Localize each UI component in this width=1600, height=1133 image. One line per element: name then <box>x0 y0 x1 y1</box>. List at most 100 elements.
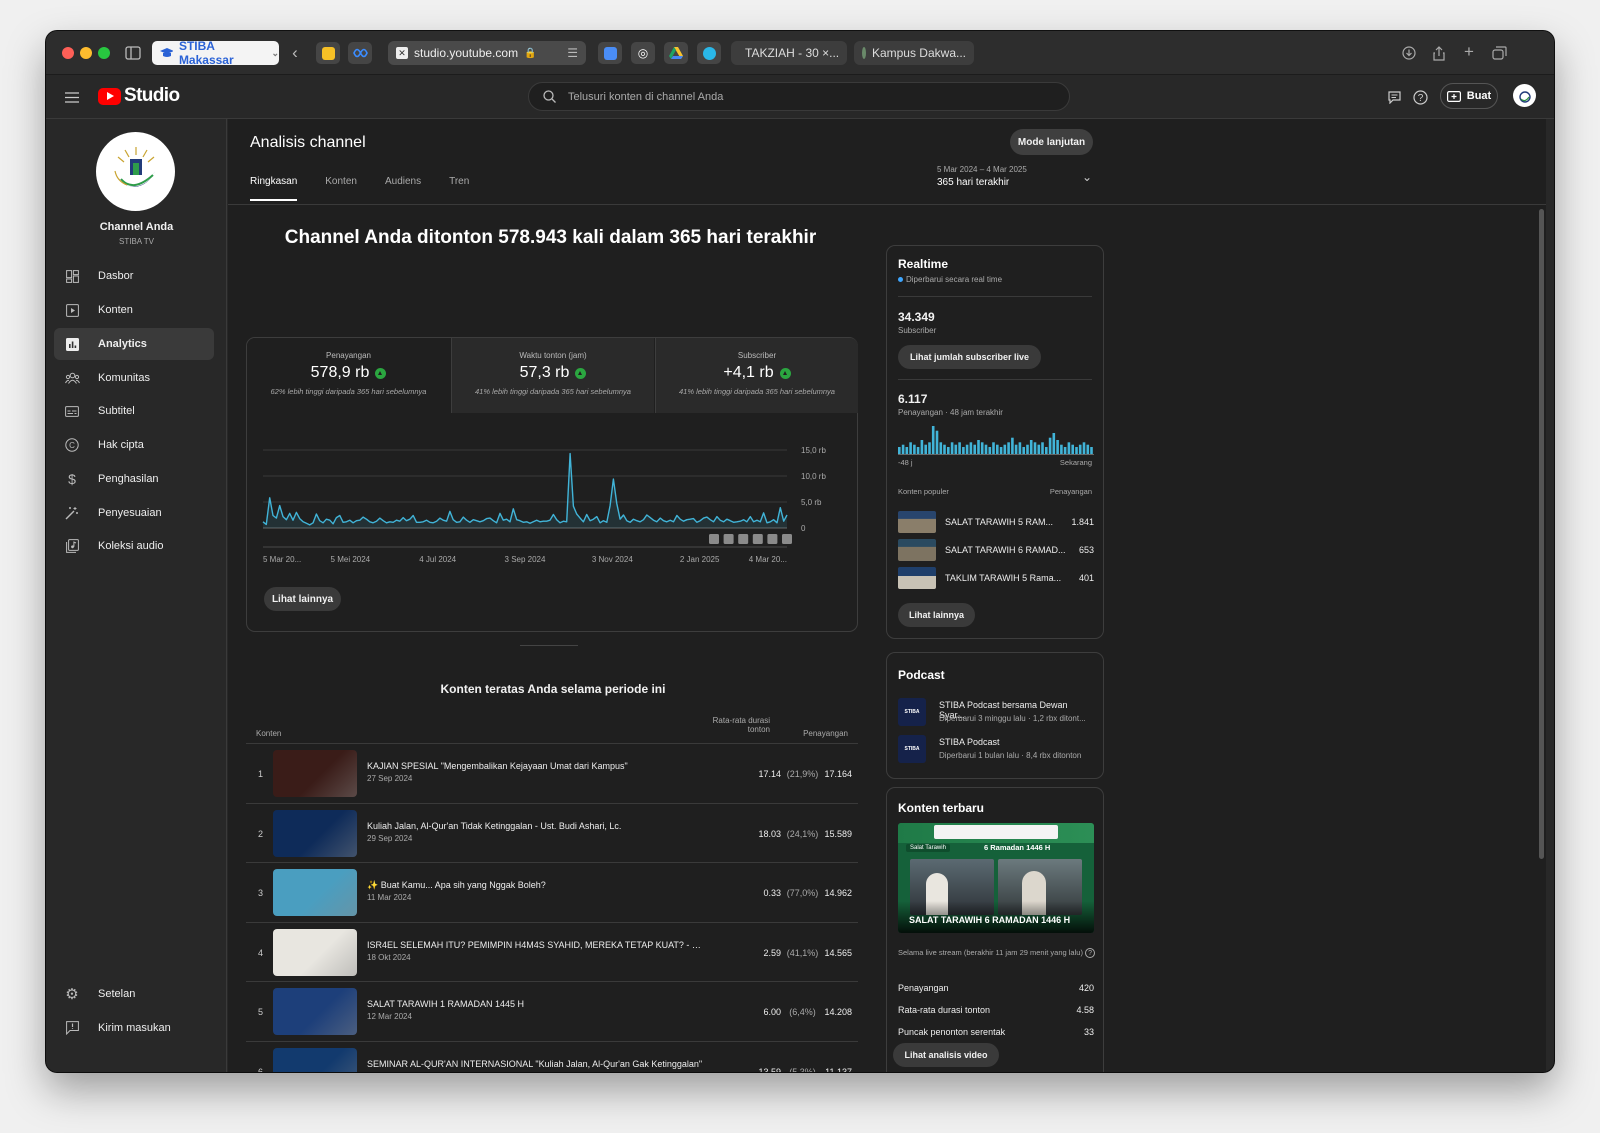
sidebar-item-penyesuaian[interactable]: Penyesuaian <box>54 497 214 529</box>
kpi-watch-time[interactable]: Waktu tonton (jam) 57,3 rb 41% lebih tin… <box>451 338 654 413</box>
search-input[interactable]: Telusuri konten di channel Anda <box>528 82 1070 111</box>
live-subscriber-button[interactable]: Lihat jumlah subscriber live <box>898 345 1041 369</box>
realtime-bar[interactable] <box>1022 447 1025 454</box>
realtime-bar-chart[interactable] <box>898 424 1094 456</box>
realtime-bar[interactable] <box>931 426 935 454</box>
realtime-bar[interactable] <box>920 440 924 454</box>
realtime-bar[interactable] <box>1041 442 1044 454</box>
realtime-bar[interactable] <box>1075 447 1078 454</box>
kpi-subscribers[interactable]: Subscriber +4,1 rb 41% lebih tinggi dari… <box>655 338 858 413</box>
sidebar-item-hak-cipta[interactable]: C Hak cipta <box>54 429 214 461</box>
realtime-bar[interactable] <box>958 442 961 454</box>
video-thumbnail[interactable] <box>273 988 357 1035</box>
table-row[interactable]: 5 SALAT TARAWIH 1 RAMADAN 1445 H 12 Mar 20… <box>246 981 858 1040</box>
address-bar[interactable]: ✕ studio.youtube.com 🔒 ☰ <box>388 41 586 65</box>
profile-switcher[interactable]: STIBA Makassar ⌄ <box>152 39 279 67</box>
row-title[interactable]: Kuliah Jalan, Al-Qur'an Tidak Ketinggala… <box>367 821 703 831</box>
browser-tab-1[interactable]: TAKZIAH - 30 ×... <box>731 41 847 65</box>
row-title[interactable]: ISR4EL SELEMAH ITU? PEMIMPIN H4M4S SYAHI… <box>367 940 703 950</box>
realtime-bar[interactable] <box>969 442 973 454</box>
realtime-bar[interactable] <box>992 442 995 454</box>
row-title[interactable]: SALAT TARAWIH 1 RAMADAN 1445 H <box>367 999 703 1009</box>
popular-item[interactable]: TAKLIM TARAWIH 5 Rama... 401 <box>898 566 1094 590</box>
see-more-popular-button[interactable]: Lihat lainnya <box>898 603 975 627</box>
sidebar-item-subtitel[interactable]: Subtitel <box>54 395 214 427</box>
tab-audiens[interactable]: Audiens <box>385 176 421 201</box>
row-title[interactable]: SEMINAR AL-QUR'AN INTERNASIONAL "Kuliah … <box>367 1059 703 1069</box>
table-row[interactable]: 1 KAJIAN SPESIAL "Mengembalikan Kejayaan … <box>246 743 858 802</box>
tab-favicon-drive[interactable] <box>664 42 688 64</box>
realtime-bar[interactable] <box>950 442 954 454</box>
realtime-bar[interactable] <box>988 447 992 454</box>
realtime-bar[interactable] <box>1029 440 1033 454</box>
messages-icon[interactable] <box>1386 89 1402 105</box>
tab-ringkasan[interactable]: Ringkasan <box>250 176 298 201</box>
upload-marker[interactable] <box>709 534 719 544</box>
sidebar-item-kirim-masukan[interactable]: Kirim masukan <box>54 1012 214 1044</box>
upload-marker[interactable] <box>767 534 778 544</box>
realtime-bar[interactable] <box>996 444 999 454</box>
table-row[interactable]: 2 Kuliah Jalan, Al-Qur'an Tidak Ketinggal… <box>246 802 858 862</box>
new-tab-icon[interactable]: + <box>1460 42 1478 62</box>
realtime-bar[interactable] <box>954 444 958 454</box>
realtime-bar[interactable] <box>1014 444 1018 454</box>
upload-marker[interactable] <box>738 534 749 544</box>
realtime-bar[interactable] <box>947 447 950 454</box>
sidebar-item-setelan[interactable]: ⚙ Setelan <box>54 978 214 1010</box>
realtime-bar[interactable] <box>1086 444 1090 454</box>
realtime-bar[interactable] <box>1045 447 1048 454</box>
realtime-bar[interactable] <box>898 447 901 454</box>
see-more-button[interactable]: Lihat lainnya <box>264 587 341 611</box>
sidebar-item-penghasilan[interactable]: $ Penghasilan <box>54 463 214 495</box>
realtime-bar[interactable] <box>1090 447 1093 454</box>
realtime-bar[interactable] <box>928 442 931 454</box>
popular-item[interactable]: SALAT TARAWIH 5 RAM... 1.841 <box>898 510 1094 534</box>
realtime-bar[interactable] <box>924 444 927 454</box>
realtime-bar[interactable] <box>962 447 965 454</box>
video-analytics-button[interactable]: Lihat analisis video <box>893 1043 999 1067</box>
realtime-bar[interactable] <box>965 444 969 454</box>
upload-marker[interactable] <box>723 534 734 544</box>
zoom-window-button[interactable] <box>98 47 110 59</box>
realtime-bar[interactable] <box>939 442 943 454</box>
tab-favicon-calendar[interactable] <box>598 42 622 64</box>
realtime-bar[interactable] <box>984 444 988 454</box>
row-title[interactable]: KAJIAN SPESIAL "Mengembalikan Kejayaan U… <box>367 761 703 771</box>
realtime-bar[interactable] <box>1067 442 1071 454</box>
account-avatar[interactable] <box>1513 84 1536 107</box>
tab-favicon-canva[interactable] <box>697 42 721 64</box>
realtime-bar[interactable] <box>1007 442 1010 454</box>
realtime-bar[interactable] <box>1078 444 1082 454</box>
channel-avatar[interactable] <box>96 132 175 211</box>
table-row[interactable]: 6 SEMINAR AL-QUR'AN INTERNASIONAL "Kuliah… <box>246 1040 858 1072</box>
realtime-bar[interactable] <box>1071 444 1074 454</box>
realtime-bar[interactable] <box>943 444 946 454</box>
tab-favicon-threads[interactable]: ◎ <box>631 42 655 64</box>
latest-video-thumbnail[interactable]: Salat Tarawih 6 Ramadan 1446 H SALAT TAR… <box>898 823 1094 933</box>
sidebar-item-konten[interactable]: Konten <box>54 294 214 326</box>
scrollbar[interactable] <box>1539 209 1544 859</box>
realtime-bar[interactable] <box>1082 442 1086 454</box>
help-icon[interactable]: ? <box>1412 89 1428 105</box>
sidebar-item-koleksi-audio[interactable]: Koleksi audio <box>54 530 214 562</box>
video-thumbnail[interactable] <box>273 1047 357 1072</box>
row-title[interactable]: ✨ Buat Kamu... Apa sih yang Nggak Boleh? <box>367 880 703 891</box>
sidebar-toggle-icon[interactable] <box>124 44 142 62</box>
podcast-item[interactable]: STIBA STIBA Podcast Diperbarui 1 bulan l… <box>898 733 1094 765</box>
realtime-bar[interactable] <box>1048 437 1052 454</box>
realtime-bar[interactable] <box>980 442 984 454</box>
table-row[interactable]: 4 ISR4EL SELEMAH ITU? PEMIMPIN H4M4S SYAH… <box>246 921 858 981</box>
realtime-bar[interactable] <box>1060 444 1063 454</box>
realtime-bar[interactable] <box>913 444 916 454</box>
realtime-bar[interactable] <box>1052 433 1056 454</box>
video-thumbnail[interactable] <box>273 928 357 976</box>
realtime-bar[interactable] <box>1003 444 1007 454</box>
realtime-bar[interactable] <box>977 440 980 454</box>
realtime-bar[interactable] <box>1033 442 1037 454</box>
sidebar-item-komunitas[interactable]: Komunitas <box>54 362 214 394</box>
tab-konten[interactable]: Konten <box>325 176 357 201</box>
views-series-line[interactable] <box>262 452 788 526</box>
date-range-picker[interactable]: 5 Mar 2024 – 4 Mar 2025 365 hari terakhi… <box>937 165 1097 188</box>
video-thumbnail[interactable] <box>273 869 357 916</box>
realtime-bar[interactable] <box>1063 447 1067 454</box>
